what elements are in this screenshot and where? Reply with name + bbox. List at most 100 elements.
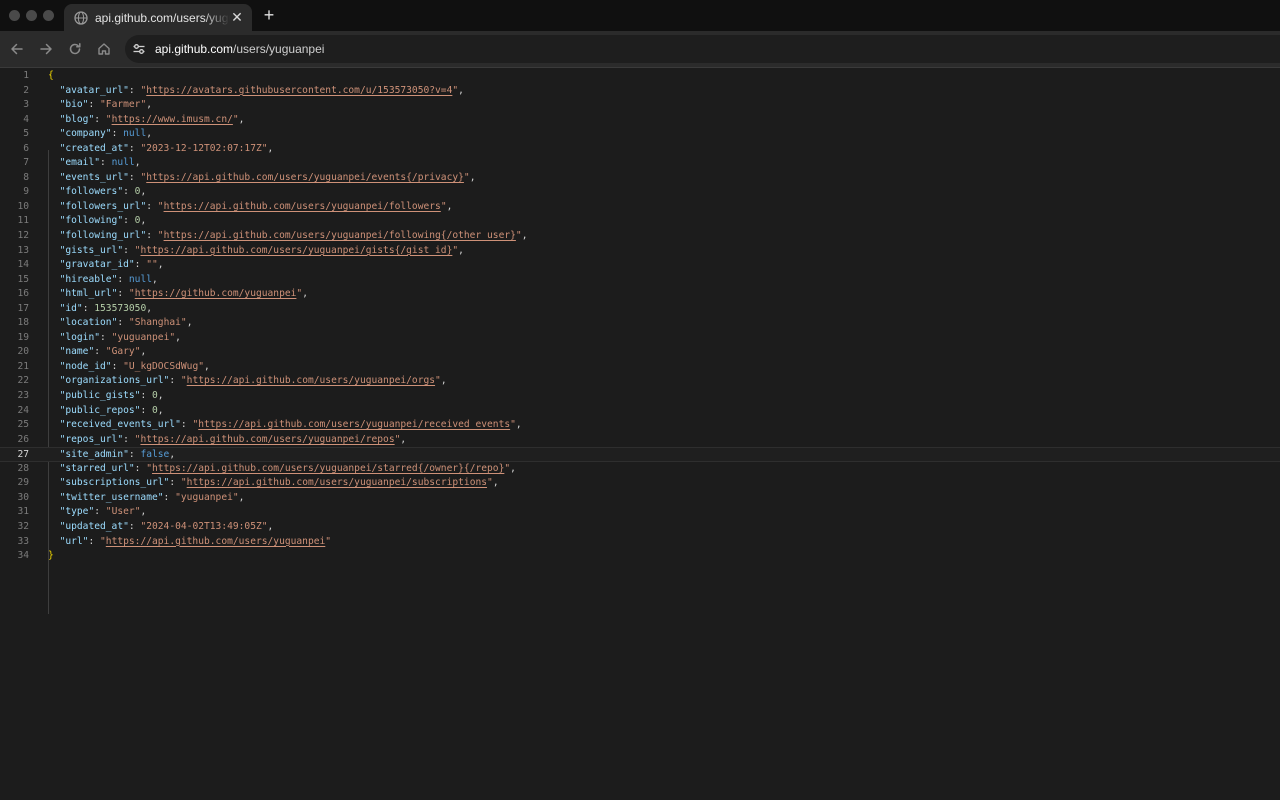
line-number: 20 xyxy=(17,346,29,358)
json-key: id xyxy=(65,302,77,314)
string-quote: " xyxy=(325,535,332,547)
url-host: api.github.com xyxy=(155,42,234,56)
json-key: email xyxy=(65,157,95,169)
comma: , xyxy=(157,259,164,271)
json-line: 33 "url": "https://api.github.com/users/… xyxy=(0,535,1280,550)
json-string-value: yuguanpei xyxy=(117,331,170,343)
comma: , xyxy=(400,433,407,445)
json-key: received_events_url xyxy=(65,419,176,431)
comma: , xyxy=(510,462,516,474)
json-key: node_id xyxy=(65,360,106,372)
colon: : xyxy=(111,360,124,372)
line-content: "bio": "Farmer", xyxy=(48,98,152,113)
new-tab-button[interactable]: + xyxy=(259,6,279,26)
url-text[interactable]: api.github.com/users/yuguanpei xyxy=(155,42,324,56)
line-content: "gists_url": "https://api.github.com/use… xyxy=(48,244,464,259)
json-url-link[interactable]: https://api.github.com/users/yuguanpei/s… xyxy=(187,477,487,488)
json-line: 25 "received_events_url": "https://api.g… xyxy=(0,418,1280,433)
json-url-link[interactable]: https://avatars.githubusercontent.com/u/… xyxy=(146,85,452,96)
json-line: 8 "events_url": "https://api.github.com/… xyxy=(0,171,1280,186)
line-content: "email": null, xyxy=(48,156,141,171)
comma: , xyxy=(458,84,464,96)
colon: : xyxy=(123,215,135,227)
comma: , xyxy=(175,331,181,343)
line-number: 18 xyxy=(17,317,29,329)
line-content: "followers_url": "https://api.github.com… xyxy=(48,200,453,215)
json-key: subscriptions_url xyxy=(65,477,164,489)
close-window-button[interactable] xyxy=(9,10,20,21)
colon: : xyxy=(94,113,106,125)
line-content: "company": null, xyxy=(48,127,152,142)
line-number: 16 xyxy=(17,288,29,300)
json-url-link[interactable]: https://api.github.com/users/yuguanpei/o… xyxy=(187,375,435,386)
line-number: 17 xyxy=(17,302,29,314)
line-number: 33 xyxy=(17,535,29,547)
comma: , xyxy=(140,506,147,518)
json-url-link[interactable]: https://api.github.com/users/yuguanpei/f… xyxy=(164,201,441,212)
json-line: 1{ xyxy=(0,69,1280,84)
comma: , xyxy=(204,360,210,372)
colon: : xyxy=(134,259,147,271)
json-line: 18 "location": "Shanghai", xyxy=(0,316,1280,331)
forward-button[interactable] xyxy=(37,40,55,58)
json-key: gravatar_id xyxy=(65,259,129,271)
back-button[interactable] xyxy=(8,40,26,58)
close-icon[interactable]: ✕ xyxy=(230,9,244,26)
json-line: 17 "id": 153573050, xyxy=(0,302,1280,317)
json-url-link[interactable]: https://github.com/yuguanpei xyxy=(135,288,297,299)
line-content: "avatar_url": "https://avatars.githubuse… xyxy=(48,84,464,99)
json-url-link[interactable]: https://api.github.com/users/yuguanpei xyxy=(106,536,326,547)
colon: : xyxy=(94,346,106,358)
tab-title: api.github.com/users/yuguanpei xyxy=(95,10,230,25)
json-key: type xyxy=(65,506,89,518)
json-line: 26 "repos_url": "https://api.github.com/… xyxy=(0,433,1280,448)
line-number: 23 xyxy=(17,390,29,402)
line-content: "blog": "https://www.imusm.cn/", xyxy=(48,113,245,128)
json-url-link[interactable]: https://api.github.com/users/yuguanpei/s… xyxy=(152,463,504,474)
json-url-link[interactable]: https://api.github.com/users/yuguanpei/f… xyxy=(164,230,516,241)
browser-tab-active[interactable]: api.github.com/users/yuguanpei ✕ xyxy=(64,4,252,31)
json-string-value: yuguanpei xyxy=(180,491,233,503)
zoom-window-button[interactable] xyxy=(43,10,54,21)
line-content: "following_url": "https://api.github.com… xyxy=(48,229,528,244)
line-number: 9 xyxy=(23,186,29,198)
colon: : xyxy=(117,317,129,329)
address-bar[interactable]: api.github.com/users/yuguanpei xyxy=(125,35,1280,63)
comma: , xyxy=(521,230,528,242)
line-number: 21 xyxy=(17,360,29,372)
json-line: 31 "type": "User", xyxy=(0,505,1280,520)
json-url-link[interactable]: https://api.github.com/users/yuguanpei/r… xyxy=(140,434,394,445)
json-line: 11 "following": 0, xyxy=(0,214,1280,229)
comma: , xyxy=(238,113,245,125)
line-number: 34 xyxy=(17,550,29,562)
json-keyword-value: false xyxy=(140,449,170,461)
line-content: "type": "User", xyxy=(48,505,147,520)
json-key: login xyxy=(65,331,95,343)
line-number: 2 xyxy=(23,84,29,96)
json-string-value: Farmer xyxy=(105,99,141,111)
comma: , xyxy=(446,200,453,212)
colon: : xyxy=(123,244,135,256)
line-number: 13 xyxy=(17,244,29,256)
comma: , xyxy=(469,171,476,183)
json-line: 13 "gists_url": "https://api.github.com/… xyxy=(0,244,1280,259)
line-content: "received_events_url": "https://api.gith… xyxy=(48,418,522,433)
json-url-link[interactable]: https://api.github.com/users/yuguanpei/r… xyxy=(198,419,510,430)
reload-button[interactable] xyxy=(66,40,84,58)
home-button[interactable] xyxy=(95,40,113,58)
site-settings-icon[interactable] xyxy=(132,42,146,56)
comma: , xyxy=(140,215,147,227)
json-string-value: 2024-04-02T13:49:05Z xyxy=(146,520,262,532)
line-content: "location": "Shanghai", xyxy=(48,316,193,331)
json-keyword-value: null xyxy=(128,273,153,285)
json-url-link[interactable]: https://api.github.com/users/yuguanpei/g… xyxy=(140,245,452,256)
json-url-link[interactable]: https://api.github.com/users/yuguanpei/e… xyxy=(146,172,464,183)
json-key: public_repos xyxy=(65,404,135,416)
minimize-window-button[interactable] xyxy=(26,10,37,21)
json-key: url xyxy=(65,535,83,547)
json-url-link[interactable]: https://www.imusm.cn/ xyxy=(112,114,233,125)
line-content: "gravatar_id": "", xyxy=(48,258,164,273)
close-brace: } xyxy=(48,550,54,562)
line-content: "organizations_url": "https://api.github… xyxy=(48,374,447,389)
line-number: 6 xyxy=(23,142,29,154)
